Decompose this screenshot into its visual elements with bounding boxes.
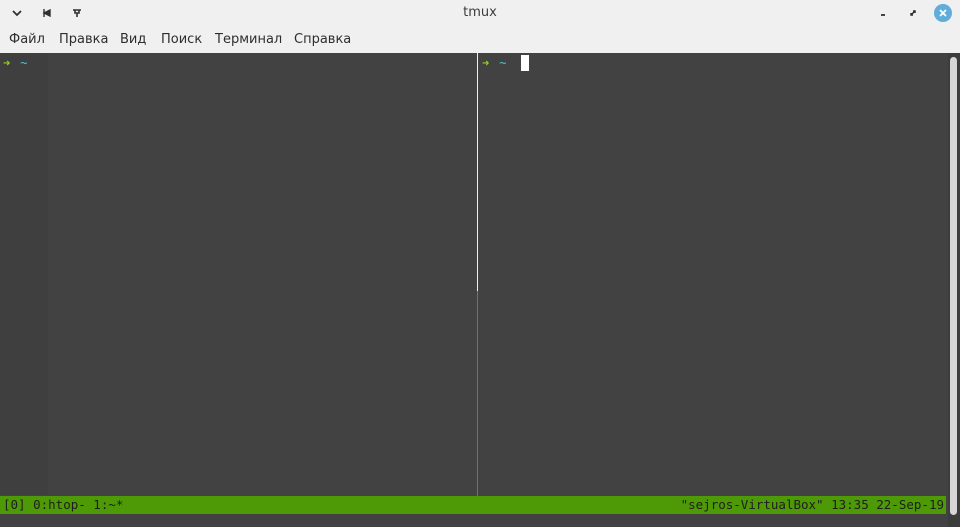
menu-view[interactable]: Вид	[120, 32, 146, 47]
scrollbar[interactable]	[948, 53, 960, 527]
tmux-status-bar: [0] 0:htop- 1:~* "sejros-VirtualBox" 13:…	[0, 496, 946, 514]
status-host-time: "sejros-VirtualBox" 13:35 22-Sep-19	[680, 497, 944, 512]
pane-divider[interactable]	[477, 291, 478, 496]
menu-help[interactable]: Справка	[294, 32, 351, 47]
minimize-icon[interactable]	[873, 4, 893, 22]
left-pane-gutter	[0, 53, 48, 495]
scrollbar-thumb[interactable]	[950, 57, 957, 515]
prompt-dir: ~	[20, 56, 28, 70]
title-bar: tmux	[0, 0, 960, 28]
restore-icon[interactable]	[903, 4, 923, 22]
right-pane-prompt: ➜ ~	[482, 55, 506, 71]
menu-terminal[interactable]: Терминал	[215, 32, 282, 47]
close-icon[interactable]	[934, 4, 952, 22]
pane-divider-active[interactable]	[477, 53, 478, 291]
prompt-arrow: ➜	[3, 56, 11, 70]
menu-bar: Файл Правка Вид Поиск Терминал Справка	[0, 27, 960, 53]
terminal-area[interactable]: ➜ ~ ➜ ~ [0] 0:htop- 1:~* "sejros-VirtualBo…	[0, 53, 948, 527]
status-windows: [0] 0:htop- 1:~*	[3, 497, 124, 512]
terminal-cursor	[521, 55, 529, 71]
menu-file[interactable]: Файл	[9, 32, 45, 47]
prompt-arrow: ➜	[482, 56, 490, 70]
menu-search[interactable]: Поиск	[161, 32, 202, 47]
left-pane-prompt: ➜ ~	[3, 55, 27, 71]
window-title: tmux	[463, 5, 497, 20]
prompt-dir: ~	[499, 56, 507, 70]
menu-edit[interactable]: Правка	[59, 32, 108, 47]
